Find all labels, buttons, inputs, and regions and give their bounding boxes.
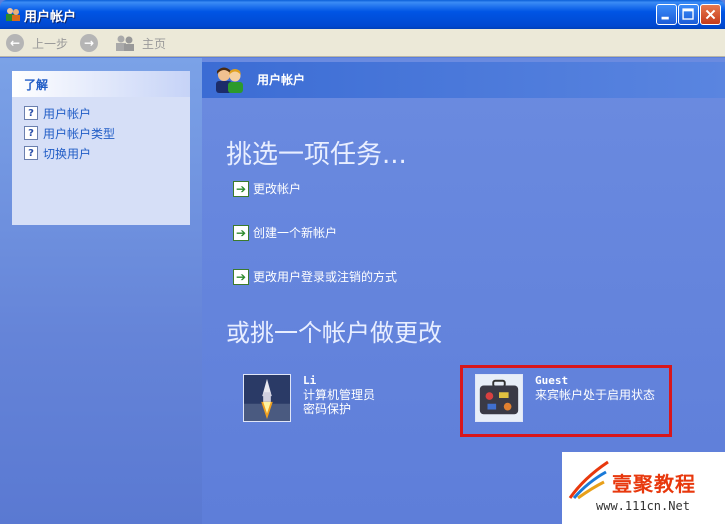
green-arrow-icon: ➔	[233, 268, 249, 285]
users-app-icon	[6, 8, 20, 21]
help-icon: ?	[24, 126, 38, 140]
task-change-account[interactable]: ➔ 更改帐户	[233, 180, 301, 197]
close-button[interactable]	[700, 4, 721, 25]
users-home-icon	[116, 35, 134, 51]
green-arrow-icon: ➔	[233, 180, 249, 197]
maximize-icon	[682, 8, 694, 20]
main-header-title: 用户帐户	[257, 73, 306, 87]
home-label: 主页	[142, 36, 167, 51]
account-type: 计算机管理员	[303, 388, 376, 402]
maximize-button[interactable]	[678, 4, 699, 25]
learn-item-user-accounts[interactable]: ? 用户帐户	[24, 103, 190, 123]
minimize-icon	[661, 16, 669, 20]
back-button[interactable]: ← 上一步	[6, 33, 68, 53]
watermark-url: www.111cn.Net	[596, 499, 690, 513]
watermark-text: 壹聚教程	[612, 472, 696, 496]
task-label: 更改用户登录或注销的方式	[253, 270, 398, 284]
learn-item-label: 切换用户	[43, 146, 92, 161]
task-heading: 挑选一项任务...	[226, 140, 407, 170]
learn-item-label: 用户帐户	[43, 106, 92, 121]
toolbar: ← 上一步 → 主页	[0, 29, 725, 57]
learn-heading: 了解	[12, 71, 190, 97]
forward-arrow-icon: →	[80, 34, 98, 52]
task-label: 更改帐户	[253, 182, 302, 196]
forward-button[interactable]: →	[80, 33, 98, 53]
rocket-picture-icon	[243, 374, 291, 422]
main-header: 用户帐户	[202, 62, 725, 98]
learn-item-label: 用户帐户类型	[43, 126, 116, 141]
close-icon	[705, 9, 716, 20]
title-bar[interactable]: 用户帐户	[0, 0, 725, 29]
help-icon: ?	[24, 106, 38, 120]
back-label: 上一步	[32, 36, 69, 51]
learn-item-switch-users[interactable]: ? 切换用户	[24, 143, 190, 163]
account-li[interactable]: Li 计算机管理员 密码保护	[243, 374, 375, 422]
account-status: 密码保护	[303, 402, 352, 416]
learn-item-account-types[interactable]: ? 用户帐户类型	[24, 123, 190, 143]
back-arrow-icon: ←	[6, 34, 24, 52]
home-button[interactable]: 主页	[114, 33, 166, 53]
account-name: Li	[303, 374, 317, 387]
task-create-account[interactable]: ➔ 创建一个新帐户	[233, 224, 337, 241]
help-icon: ?	[24, 146, 38, 160]
user-accounts-icon	[216, 67, 243, 93]
watermark-logo-icon	[568, 460, 609, 500]
window-title: 用户帐户	[24, 10, 77, 25]
left-pane: 了解 ? 用户帐户 ? 用户帐户类型 ? 切换用户	[0, 58, 202, 524]
task-change-logon[interactable]: ➔ 更改用户登录或注销的方式	[233, 268, 397, 285]
minimize-button[interactable]	[656, 4, 677, 25]
green-arrow-icon: ➔	[233, 224, 249, 241]
pick-account-heading: 或挑一个帐户做更改	[226, 319, 442, 347]
highlight-box	[460, 365, 672, 437]
task-label: 创建一个新帐户	[253, 226, 338, 240]
learn-panel: 了解 ? 用户帐户 ? 用户帐户类型 ? 切换用户	[12, 71, 190, 225]
